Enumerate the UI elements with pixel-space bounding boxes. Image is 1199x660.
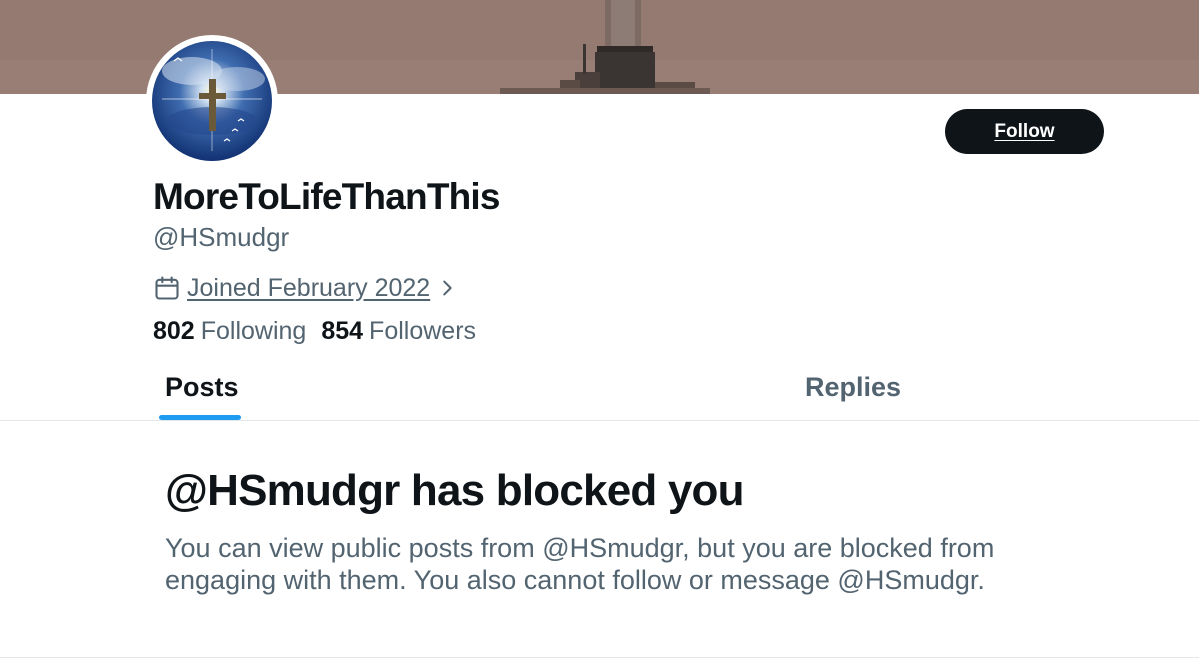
tabs-divider — [0, 420, 1199, 421]
following-label: Following — [200, 317, 307, 345]
following-link[interactable]: 802 Following — [153, 317, 306, 346]
avatar-image — [152, 41, 272, 161]
calendar-icon — [155, 276, 179, 300]
follow-button[interactable]: Follow — [945, 109, 1104, 154]
tab-replies[interactable]: Replies — [805, 372, 901, 403]
profile-stats: 802 Following 854 Followers — [153, 317, 476, 346]
blocked-title: @HSmudgr has blocked you — [165, 466, 745, 515]
profile-page: Follow MoreToLifeThanThis @HSmudgr Joine… — [0, 0, 1199, 660]
joined-label[interactable]: Joined February 2022 — [187, 274, 430, 303]
followers-link[interactable]: 854 Followers — [321, 317, 476, 346]
display-name: MoreToLifeThanThis — [153, 176, 500, 217]
chevron-right-icon[interactable] — [436, 277, 458, 299]
bottom-divider — [0, 657, 1199, 658]
joined-date[interactable]: Joined February 2022 — [153, 271, 458, 305]
profile-handle: @HSmudgr — [153, 222, 290, 252]
following-count: 802 — [153, 317, 195, 345]
avatar[interactable] — [146, 35, 278, 167]
followers-count: 854 — [321, 317, 364, 345]
tab-posts[interactable]: Posts — [165, 372, 239, 403]
followers-label: Followers — [369, 317, 477, 345]
blocked-description: You can view public posts from @HSmudgr,… — [165, 533, 995, 595]
